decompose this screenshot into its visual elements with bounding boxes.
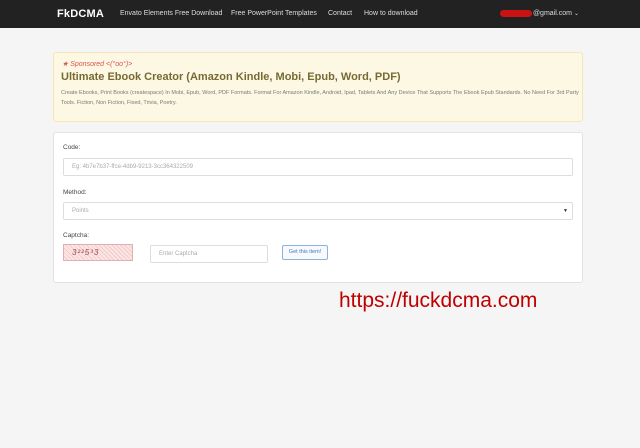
captcha-input[interactable]: Enter Captcha — [150, 245, 268, 263]
sponsored-description: Create Ebooks, Print Books (createspace)… — [61, 90, 579, 106]
user-account-menu[interactable]: @gmail.com ⌄ — [499, 10, 579, 17]
get-item-button[interactable]: Get this item! — [282, 245, 328, 260]
dropdown-arrow-icon: ▼ — [563, 208, 568, 214]
brand-logo[interactable]: FkDCMA — [57, 8, 104, 20]
redacted-email-mark — [499, 10, 532, 17]
method-select[interactable]: Points ▼ — [63, 202, 573, 220]
captcha-text: 3²²5³3 — [72, 248, 100, 257]
download-form: Code: Eg: 4b7e7b37-ffce-4db9-9213-3cc364… — [53, 132, 583, 283]
site-watermark: https://fuckdcma.com — [339, 289, 538, 312]
nav-link-contact[interactable]: Contact — [328, 10, 352, 17]
captcha-image: 3²²5³3 — [63, 244, 133, 261]
method-label: Method: — [63, 189, 87, 196]
code-label: Code: — [63, 144, 81, 151]
nav-link-powerpoint[interactable]: Free PowerPoint Templates — [231, 10, 317, 17]
sponsored-panel: ★ Sponsored <(°oo°)> Ultimate Ebook Crea… — [53, 52, 583, 122]
sponsored-title[interactable]: Ultimate Ebook Creator (Amazon Kindle, M… — [61, 71, 401, 83]
nav-link-how-to-download[interactable]: How to download — [364, 10, 418, 17]
code-input[interactable]: Eg: 4b7e7b37-ffce-4db9-9213-3cc364322509 — [63, 158, 573, 176]
top-navbar: FkDCMA Envato Elements Free Download Fre… — [0, 0, 640, 28]
sponsored-tag: ★ Sponsored <(°oo°)> — [62, 61, 133, 68]
chevron-down-icon: ⌄ — [573, 11, 579, 17]
nav-link-envato[interactable]: Envato Elements Free Download — [120, 10, 222, 17]
method-selected-value: Points — [72, 208, 89, 214]
user-email: @gmail.com — [532, 10, 572, 17]
captcha-label: Captcha: — [63, 232, 90, 239]
